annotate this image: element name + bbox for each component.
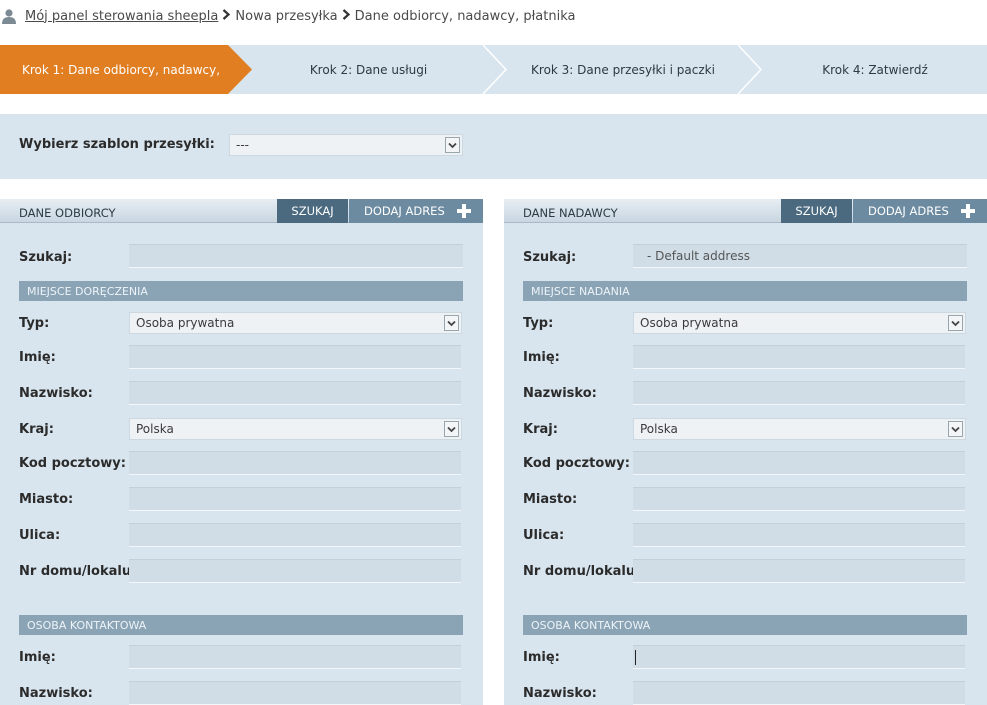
- plus-icon: [961, 204, 975, 218]
- sender-contact-last-input[interactable]: [633, 681, 965, 705]
- recipient-first-name-input[interactable]: [129, 345, 461, 369]
- recipient-last-name-input[interactable]: [129, 381, 461, 405]
- breadcrumb: Mój panel sterowania sheepla Nowa przesy…: [0, 0, 987, 32]
- sender-type-value: Osoba prywatna: [640, 316, 739, 330]
- sender-house-input[interactable]: [633, 559, 965, 583]
- recipient-last-name-label: Nazwisko:: [19, 386, 93, 401]
- recipient-type-select[interactable]: Osoba prywatna: [129, 312, 462, 334]
- template-label: Wybierz szablon przesyłki:: [19, 137, 215, 152]
- step-4-label: Krok 4: Zatwierdź: [822, 62, 928, 77]
- step-1-label: Krok 1: Dane odbiorcy, nadawcy,: [22, 62, 221, 77]
- sender-first-name-label: Imię:: [523, 350, 560, 365]
- recipient-first-name-label: Imię:: [19, 350, 56, 365]
- recipient-city-input[interactable]: [129, 487, 461, 511]
- step-arrow-icon: [228, 45, 252, 94]
- text-cursor: [635, 649, 636, 665]
- recipient-add-address-button[interactable]: DODAJ ADRES: [349, 199, 483, 223]
- wizard-steps: Krok 1: Dane odbiorcy, nadawcy, Krok 2: …: [0, 45, 987, 94]
- chevron-right-icon: [342, 9, 351, 23]
- sender-last-name-input[interactable]: [633, 381, 965, 405]
- step-4[interactable]: Krok 4: Zatwierdź: [763, 45, 987, 94]
- template-section: Wybierz szablon przesyłki: ---: [0, 114, 987, 179]
- recipient-street-label: Ulica:: [19, 528, 61, 543]
- step-separator-icon: [737, 45, 763, 94]
- recipient-contact-first-input[interactable]: [129, 645, 461, 669]
- breadcrumb-new-shipment: Nowa przesyłka: [235, 8, 338, 24]
- sender-house-label: Nr domu/lokalu:: [523, 564, 641, 579]
- breadcrumb-current: Dane odbiorcy, nadawcy, płatnika: [354, 8, 576, 24]
- sender-street-input[interactable]: [633, 523, 965, 547]
- recipient-house-input[interactable]: [129, 559, 461, 583]
- recipient-contact-last-label: Nazwisko:: [19, 686, 93, 701]
- sender-contact-first-input[interactable]: [633, 645, 965, 669]
- plus-icon: [457, 204, 471, 218]
- chevron-down-icon: [948, 315, 963, 331]
- sender-contact-section: OSOBA KONTAKTOWA: [523, 615, 967, 635]
- recipient-house-label: Nr domu/lokalu:: [19, 564, 137, 579]
- recipient-add-address-label: DODAJ ADRES: [364, 204, 445, 218]
- sender-search-button[interactable]: SZUKAJ: [781, 199, 852, 223]
- sender-zip-input[interactable]: [633, 451, 965, 475]
- sender-add-address-label: DODAJ ADRES: [868, 204, 949, 218]
- chevron-down-icon: [445, 137, 460, 153]
- chevron-down-icon: [444, 421, 459, 437]
- sender-contact-first-label: Imię:: [523, 650, 560, 665]
- sender-first-name-input[interactable]: [633, 345, 965, 369]
- recipient-type-label: Typ:: [19, 316, 50, 331]
- sender-street-label: Ulica:: [523, 528, 565, 543]
- recipient-panel: DANE ODBIORCY SZUKAJ DODAJ ADRES Szukaj:…: [0, 199, 483, 705]
- step-3-label: Krok 3: Dane przesyłki i paczki: [531, 62, 715, 77]
- recipient-contact-last-input[interactable]: [129, 681, 461, 705]
- sender-search-label: Szukaj:: [523, 250, 577, 265]
- sender-type-select[interactable]: Osoba prywatna: [633, 312, 966, 334]
- sender-last-name-label: Nazwisko:: [523, 386, 597, 401]
- sender-city-label: Miasto:: [523, 492, 578, 507]
- chevron-right-icon: [222, 9, 231, 23]
- recipient-country-select[interactable]: Polska: [129, 418, 462, 440]
- recipient-type-value: Osoba prywatna: [136, 316, 235, 330]
- recipient-zip-label: Kod pocztowy:: [19, 456, 126, 471]
- recipient-country-value: Polska: [136, 422, 174, 436]
- recipient-search-input[interactable]: [129, 244, 463, 268]
- recipient-city-label: Miasto:: [19, 492, 74, 507]
- user-icon: [2, 8, 16, 24]
- sender-panel: DANE NADAWCY SZUKAJ DODAJ ADRES Szukaj: …: [504, 199, 987, 705]
- sender-type-label: Typ:: [523, 316, 554, 331]
- chevron-down-icon: [444, 315, 459, 331]
- sender-contact-last-label: Nazwisko:: [523, 686, 597, 701]
- sender-add-address-button[interactable]: DODAJ ADRES: [853, 199, 987, 223]
- sender-panel-header: DANE NADAWCY SZUKAJ DODAJ ADRES: [504, 199, 987, 223]
- recipient-country-label: Kraj:: [19, 422, 54, 437]
- template-select-value: ---: [236, 138, 249, 152]
- recipient-title: DANE ODBIORCY: [19, 206, 116, 220]
- breadcrumb-home-link[interactable]: Mój panel sterowania sheepla: [25, 9, 218, 24]
- recipient-delivery-section: MIEJSCE DORĘCZENIA: [19, 281, 463, 301]
- recipient-contact-first-label: Imię:: [19, 650, 56, 665]
- recipient-search-button[interactable]: SZUKAJ: [277, 199, 348, 223]
- step-separator-icon: [482, 45, 508, 94]
- step-2[interactable]: Krok 2: Dane usługi: [254, 45, 483, 94]
- step-3[interactable]: Krok 3: Dane przesyłki i paczki: [508, 45, 738, 94]
- recipient-search-label: Szukaj:: [19, 250, 73, 265]
- sender-zip-label: Kod pocztowy:: [523, 456, 630, 471]
- step-2-label: Krok 2: Dane usługi: [309, 62, 428, 77]
- sender-city-input[interactable]: [633, 487, 965, 511]
- recipient-zip-input[interactable]: [129, 451, 461, 475]
- sender-country-label: Kraj:: [523, 422, 558, 437]
- sender-origin-section: MIEJSCE NADANIA: [523, 281, 967, 301]
- step-1[interactable]: Krok 1: Dane odbiorcy, nadawcy,: [0, 45, 228, 94]
- sender-country-value: Polska: [640, 422, 678, 436]
- recipient-panel-header: DANE ODBIORCY SZUKAJ DODAJ ADRES: [0, 199, 483, 223]
- sender-title: DANE NADAWCY: [523, 206, 618, 220]
- chevron-down-icon: [948, 421, 963, 437]
- sender-search-input[interactable]: - Default address: [633, 244, 967, 268]
- template-select[interactable]: ---: [229, 134, 463, 156]
- sender-country-select[interactable]: Polska: [633, 418, 966, 440]
- recipient-contact-section: OSOBA KONTAKTOWA: [19, 615, 463, 635]
- recipient-street-input[interactable]: [129, 523, 461, 547]
